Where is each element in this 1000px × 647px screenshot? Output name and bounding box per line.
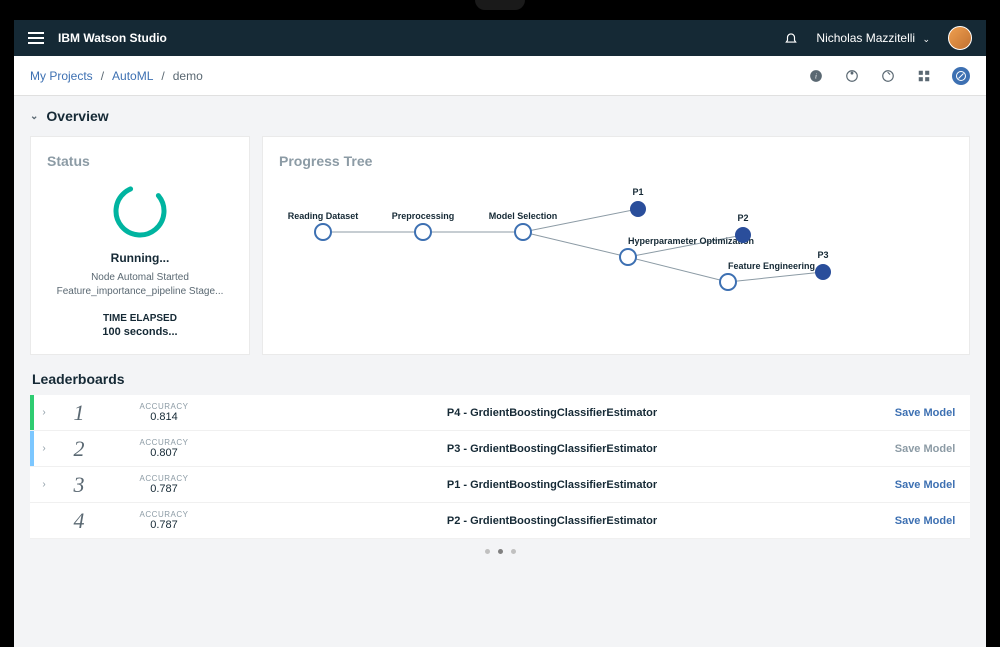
accuracy-value: 0.807: [104, 447, 224, 459]
model-name: P2 - GrdientBoostingClassifierEstimator: [224, 515, 880, 527]
node-p3: P3: [817, 250, 828, 260]
page-dot[interactable]: [511, 549, 516, 554]
node-reading: Reading Dataset: [288, 211, 359, 221]
breadcrumb-root[interactable]: My Projects: [30, 69, 93, 83]
progress-tree-panel: Progress Tree Reading Dataset: [262, 136, 970, 355]
save-model-button[interactable]: Save Model: [880, 515, 970, 527]
node-preprocessing: Preprocessing: [392, 211, 455, 221]
leaderboards-title: Leaderboards: [32, 371, 970, 387]
accuracy-value: 0.814: [104, 411, 224, 423]
spinner-icon: [110, 181, 170, 241]
progress-tree-title: Progress Tree: [279, 153, 953, 169]
menu-icon[interactable]: [28, 32, 44, 44]
svg-text:i: i: [815, 72, 817, 80]
user-menu[interactable]: Nicholas Mazzitelli ⌄: [816, 31, 930, 45]
chevron-down-icon: ⌄: [922, 34, 930, 44]
breadcrumb-separator: /: [101, 69, 104, 83]
pagination-dots: [30, 549, 970, 554]
node-hyperparam: Hyperparameter Optimization: [628, 236, 754, 246]
model-name: P4 - GrdientBoostingClassifierEstimator: [224, 407, 880, 419]
leaderboard-row[interactable]: › 2 ACCURACY 0.807 P3 - GrdientBoostingC…: [30, 431, 970, 467]
expand-icon[interactable]: ›: [34, 407, 54, 418]
save-model-button[interactable]: Save Model: [880, 443, 970, 455]
leaderboard-row[interactable]: › 3 ACCURACY 0.787 P1 - GrdientBoostingC…: [30, 467, 970, 503]
elapsed-label: TIME ELAPSED: [47, 313, 233, 324]
subbar: My Projects / AutoML / demo i: [14, 56, 986, 96]
stage-line-2: Feature_importance_pipeline Stage...: [47, 285, 233, 299]
grid-icon[interactable]: [916, 68, 932, 84]
status-title: Status: [47, 153, 233, 169]
leaderboard-row[interactable]: › 1 ACCURACY 0.814 P4 - GrdientBoostingC…: [30, 395, 970, 431]
avatar[interactable]: [948, 26, 972, 50]
breadcrumb-mid[interactable]: AutoML: [112, 69, 153, 83]
username-label: Nicholas Mazzitelli: [816, 31, 915, 45]
accuracy-label: ACCURACY: [104, 438, 224, 447]
node-feature-eng: Feature Engineering: [728, 261, 815, 271]
topbar: IBM Watson Studio Nicholas Mazzitelli ⌄: [14, 20, 986, 56]
toolbar: i: [808, 67, 970, 85]
rank-number: 3: [54, 472, 104, 498]
status-panel: Status Running... Node Automal Started F…: [30, 136, 250, 355]
expand-icon[interactable]: ›: [34, 479, 54, 490]
node-model-selection: Model Selection: [489, 211, 558, 221]
breadcrumb-separator: /: [161, 69, 164, 83]
add-icon[interactable]: [952, 67, 970, 85]
accuracy-value: 0.787: [104, 483, 224, 495]
app-title: IBM Watson Studio: [58, 31, 167, 45]
settings-icon[interactable]: [844, 68, 860, 84]
breadcrumb: My Projects / AutoML / demo: [30, 69, 203, 83]
rank-number: 1: [54, 400, 104, 426]
running-label: Running...: [47, 251, 233, 265]
overview-toggle[interactable]: ⌄ Overview: [30, 108, 970, 124]
expand-icon[interactable]: ›: [34, 443, 54, 454]
notifications-icon[interactable]: [784, 31, 798, 45]
info-icon[interactable]: i: [808, 68, 824, 84]
accuracy-label: ACCURACY: [104, 474, 224, 483]
page-dot[interactable]: [485, 549, 490, 554]
rank-number: 2: [54, 436, 104, 462]
accuracy-label: ACCURACY: [104, 402, 224, 411]
progress-tree-diagram: Reading Dataset Preprocessing Model Sele…: [283, 177, 923, 327]
save-model-button[interactable]: Save Model: [880, 479, 970, 491]
node-p1: P1: [632, 187, 643, 197]
page-dot[interactable]: [498, 549, 503, 554]
rank-number: 4: [54, 508, 104, 534]
stage-line-1: Node Automal Started: [47, 271, 233, 285]
chevron-down-icon: ⌄: [30, 111, 38, 122]
model-name: P1 - GrdientBoostingClassifierEstimator: [224, 479, 880, 491]
model-name: P3 - GrdientBoostingClassifierEstimator: [224, 443, 880, 455]
node-p2: P2: [737, 213, 748, 223]
refresh-icon[interactable]: [880, 68, 896, 84]
overview-title: Overview: [46, 108, 108, 124]
elapsed-value: 100 seconds...: [47, 326, 233, 338]
leaderboard-row[interactable]: › 4 ACCURACY 0.787 P2 - GrdientBoostingC…: [30, 503, 970, 539]
accuracy-value: 0.787: [104, 519, 224, 531]
accuracy-label: ACCURACY: [104, 510, 224, 519]
rank-bar: [30, 503, 34, 538]
save-model-button[interactable]: Save Model: [880, 407, 970, 419]
breadcrumb-current: demo: [173, 69, 203, 83]
